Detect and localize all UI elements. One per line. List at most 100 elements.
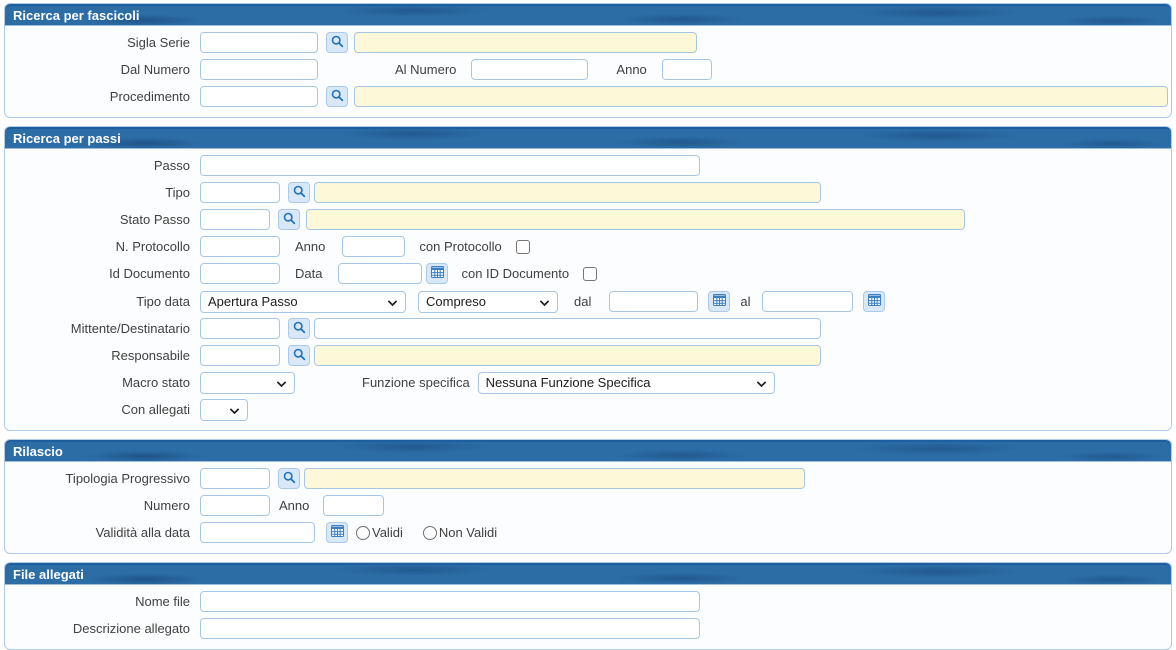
validi-radio[interactable]	[356, 526, 370, 540]
dal-numero-label: Dal Numero	[5, 62, 200, 77]
procedimento-row: Procedimento	[5, 86, 1171, 107]
rilascio-anno-input[interactable]	[323, 495, 384, 516]
con-id-documento-label: con ID Documento	[461, 266, 569, 281]
al-numero-input[interactable]	[471, 59, 588, 80]
sigla-serie-label: Sigla Serie	[5, 35, 200, 50]
chevron-down-icon	[277, 377, 287, 387]
tipologia-progressivo-label: Tipologia Progressivo	[5, 471, 200, 486]
dal-data-input[interactable]	[609, 291, 698, 312]
sigla-serie-search-button[interactable]	[326, 32, 348, 53]
con-allegati-select[interactable]	[200, 399, 248, 421]
descrizione-allegato-input[interactable]	[200, 618, 700, 639]
search-icon	[293, 348, 306, 364]
n-protocollo-input[interactable]	[200, 236, 280, 257]
calendar-icon	[868, 294, 881, 309]
stato-passo-search-button[interactable]	[278, 209, 300, 230]
ricerca-fascicoli-header: Ricerca per fascicoli	[5, 4, 1171, 26]
tipo-search-button[interactable]	[288, 182, 310, 203]
responsabile-input[interactable]	[200, 345, 280, 366]
section-title: Rilascio	[13, 444, 63, 459]
tipologia-progressivo-description-field	[304, 468, 805, 489]
tipo-row: Tipo	[5, 182, 1171, 203]
validita-alla-data-label: Validità alla data	[5, 525, 200, 540]
al-label: al	[740, 294, 750, 309]
tipo-data-row: Tipo data Apertura Passo Compreso dal al	[5, 291, 1171, 312]
section-ricerca-fascicoli: Ricerca per fascicoli Sigla Serie Dal Nu…	[4, 3, 1172, 118]
tipo-data-select-value: Apertura Passo	[208, 294, 298, 309]
macro-stato-select[interactable]	[200, 372, 295, 394]
search-icon	[331, 89, 344, 105]
id-documento-input[interactable]	[200, 263, 280, 284]
passo-input[interactable]	[200, 155, 700, 176]
section-rilascio: Rilascio Tipologia Progressivo Numero An…	[4, 439, 1172, 554]
sigla-serie-row: Sigla Serie	[5, 32, 1171, 53]
responsabile-row: Responsabile	[5, 345, 1171, 366]
con-id-documento-checkbox[interactable]	[583, 267, 597, 281]
fascicoli-anno-input[interactable]	[662, 59, 712, 80]
tipologia-progressivo-search-button[interactable]	[278, 468, 300, 489]
funzione-specifica-select-value: Nessuna Funzione Specifica	[486, 375, 651, 390]
section-title: Ricerca per fascicoli	[13, 8, 139, 23]
al-calendar-button[interactable]	[863, 291, 885, 312]
passo-label: Passo	[5, 158, 200, 173]
procedimento-search-button[interactable]	[326, 86, 348, 107]
data-input[interactable]	[338, 263, 422, 284]
al-data-input[interactable]	[762, 291, 853, 312]
fascicoli-anno-label: Anno	[616, 62, 646, 77]
rilascio-header: Rilascio	[5, 440, 1171, 462]
stato-passo-input[interactable]	[200, 209, 270, 230]
tipologia-progressivo-input[interactable]	[200, 468, 270, 489]
procedimento-input[interactable]	[200, 86, 318, 107]
passo-row: Passo	[5, 155, 1171, 176]
tipo-data-select[interactable]: Apertura Passo	[200, 291, 406, 313]
validita-row: Validità alla data Validi Non Validi	[5, 522, 1171, 543]
search-icon	[293, 185, 306, 201]
chevron-down-icon	[230, 404, 240, 414]
id-documento-label: Id Documento	[5, 266, 200, 281]
numero-row: Numero Anno	[5, 495, 1171, 516]
stato-passo-label: Stato Passo	[5, 212, 200, 227]
protocollo-row: N. Protocollo Anno con Protocollo	[5, 236, 1171, 257]
funzione-specifica-select[interactable]: Nessuna Funzione Specifica	[478, 372, 775, 394]
mittente-destinatario-label: Mittente/Destinatario	[5, 321, 200, 336]
nome-file-input[interactable]	[200, 591, 700, 612]
macro-stato-row: Macro stato Funzione specifica Nessuna F…	[5, 372, 1171, 393]
data-calendar-button[interactable]	[426, 263, 448, 284]
tipo-label: Tipo	[5, 185, 200, 200]
search-icon	[283, 471, 296, 487]
numero-input[interactable]	[200, 495, 270, 516]
nome-file-row: Nome file	[5, 591, 1171, 612]
search-icon	[293, 321, 306, 337]
con-protocollo-label: con Protocollo	[419, 239, 501, 254]
validi-label: Validi	[372, 525, 403, 540]
dal-numero-input[interactable]	[200, 59, 318, 80]
n-protocollo-label: N. Protocollo	[5, 239, 200, 254]
dal-calendar-button[interactable]	[708, 291, 730, 312]
non-validi-radio[interactable]	[423, 526, 437, 540]
mittente-destinatario-input[interactable]	[200, 318, 280, 339]
macro-stato-label: Macro stato	[5, 375, 200, 390]
mittente-destinatario-row: Mittente/Destinatario	[5, 318, 1171, 339]
validita-alla-data-input[interactable]	[200, 522, 315, 543]
descrizione-allegato-label: Descrizione allegato	[5, 621, 200, 636]
calendar-icon	[431, 266, 444, 281]
section-ricerca-passi: Ricerca per passi Passo Tipo Stato Passo…	[4, 126, 1172, 431]
responsabile-label: Responsabile	[5, 348, 200, 363]
chevron-down-icon	[756, 377, 766, 387]
mittente-destinatario-description-field[interactable]	[314, 318, 821, 339]
sigla-serie-description-field	[354, 32, 697, 53]
chevron-down-icon	[388, 296, 398, 306]
rilascio-anno-label: Anno	[279, 498, 309, 513]
protocollo-anno-input[interactable]	[342, 236, 405, 257]
descrizione-allegato-row: Descrizione allegato	[5, 618, 1171, 639]
tipo-description-field	[314, 182, 821, 203]
responsabile-search-button[interactable]	[288, 345, 310, 366]
confronto-select[interactable]: Compreso	[418, 291, 558, 313]
mittente-destinatario-search-button[interactable]	[288, 318, 310, 339]
con-protocollo-checkbox[interactable]	[516, 240, 530, 254]
sigla-serie-input[interactable]	[200, 32, 318, 53]
tipo-input[interactable]	[200, 182, 280, 203]
con-allegati-label: Con allegati	[5, 402, 200, 417]
validita-calendar-button[interactable]	[326, 522, 348, 543]
non-validi-label: Non Validi	[439, 525, 497, 540]
